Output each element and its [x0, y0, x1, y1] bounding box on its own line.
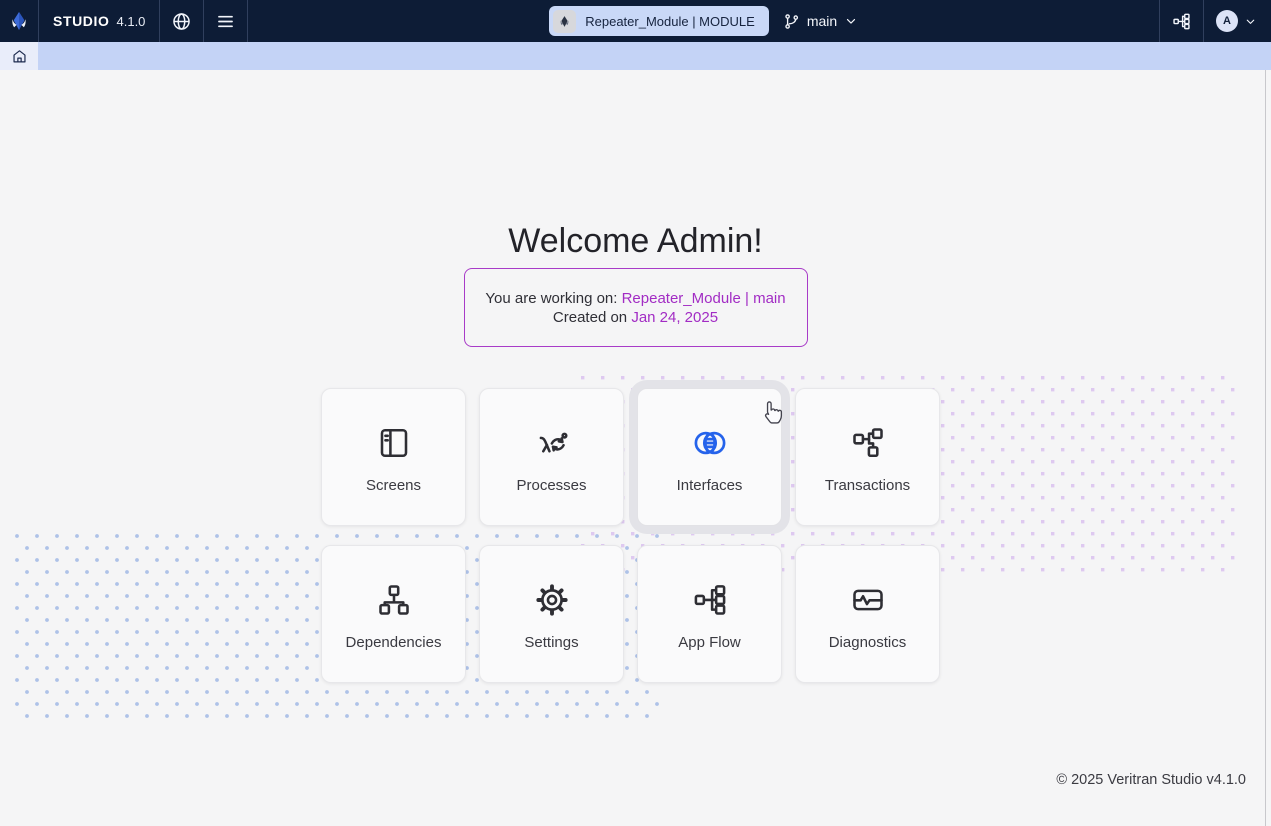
- working-on-box: You are working on: Repeater_Module | ma…: [464, 268, 808, 347]
- app-flow-nav-button[interactable]: [1160, 0, 1203, 42]
- working-on-value: Repeater_Module | main: [622, 290, 786, 307]
- settings-icon: [534, 582, 570, 618]
- card-dependencies[interactable]: Dependencies: [321, 545, 466, 683]
- git-branch-icon: [783, 13, 800, 30]
- transactions-icon: [850, 425, 886, 461]
- diagnostics-icon: [850, 582, 886, 618]
- module-icon-box: [553, 10, 576, 33]
- card-settings[interactable]: Settings: [479, 545, 624, 683]
- dependencies-icon: [376, 582, 412, 618]
- created-on-value: Jan 24, 2025: [631, 309, 718, 326]
- globe-icon: [171, 11, 192, 32]
- interfaces-icon: [692, 425, 728, 461]
- card-processes[interactable]: Processes: [479, 388, 624, 526]
- navbar-center: Repeater_Module | MODULE main: [248, 6, 1159, 36]
- chevron-down-icon: [1244, 15, 1257, 28]
- card-label: Dependencies: [346, 634, 442, 651]
- main-menu-button[interactable]: [204, 0, 247, 42]
- copyright-note: © 2025 Veritran Studio v4.1.0: [1056, 772, 1246, 788]
- chevron-down-icon: [844, 14, 858, 28]
- breadcrumb-bar: [0, 42, 1271, 70]
- card-label: Screens: [366, 477, 421, 494]
- screens-icon: [376, 425, 412, 461]
- branch-name: main: [807, 13, 837, 29]
- top-navbar: STUDIO 4.1.0 Repeater_Module | MODULE: [0, 0, 1271, 42]
- app-flow-icon: [1172, 12, 1191, 31]
- brand: STUDIO 4.1.0: [39, 0, 159, 42]
- working-on-prefix: You are working on:: [485, 290, 621, 307]
- created-on-line: Created on Jan 24, 2025: [553, 309, 718, 326]
- card-transactions[interactable]: Transactions: [795, 388, 940, 526]
- card-label: Interfaces: [677, 477, 743, 494]
- active-module-selector[interactable]: Repeater_Module | MODULE: [549, 6, 769, 36]
- globe-button[interactable]: [160, 0, 203, 42]
- app-flow-icon: [692, 582, 728, 618]
- home-button[interactable]: [0, 42, 38, 70]
- card-diagnostics[interactable]: Diagnostics: [795, 545, 940, 683]
- brand-name: STUDIO: [53, 13, 110, 29]
- veritran-logo-icon: [8, 10, 30, 32]
- veritran-logo[interactable]: [0, 0, 38, 42]
- brand-version: 4.1.0: [117, 14, 146, 29]
- page-title: Welcome Admin!: [0, 222, 1271, 261]
- module-gem-icon: [558, 15, 571, 28]
- card-label: Diagnostics: [829, 634, 907, 651]
- branch-selector[interactable]: main: [783, 13, 858, 30]
- active-module-label: Repeater_Module | MODULE: [585, 14, 755, 29]
- processes-icon: [534, 425, 570, 461]
- card-label: App Flow: [678, 634, 741, 651]
- navbar-right: A: [1159, 0, 1271, 42]
- module-card-grid: Screens Processes Interfaces: [321, 388, 940, 683]
- created-on-prefix: Created on: [553, 309, 631, 326]
- avatar: A: [1216, 10, 1238, 32]
- user-menu[interactable]: A: [1204, 10, 1271, 32]
- window-edge-line: [1265, 70, 1266, 826]
- card-app-flow[interactable]: App Flow: [637, 545, 782, 683]
- working-on-line: You are working on: Repeater_Module | ma…: [485, 290, 785, 307]
- card-label: Transactions: [825, 477, 910, 494]
- card-label: Processes: [516, 477, 586, 494]
- card-screens[interactable]: Screens: [321, 388, 466, 526]
- home-icon: [11, 48, 28, 65]
- card-interfaces[interactable]: Interfaces: [637, 388, 782, 526]
- hamburger-menu-icon: [215, 11, 236, 32]
- card-label: Settings: [524, 634, 578, 651]
- breadcrumb-strip: [38, 42, 1271, 70]
